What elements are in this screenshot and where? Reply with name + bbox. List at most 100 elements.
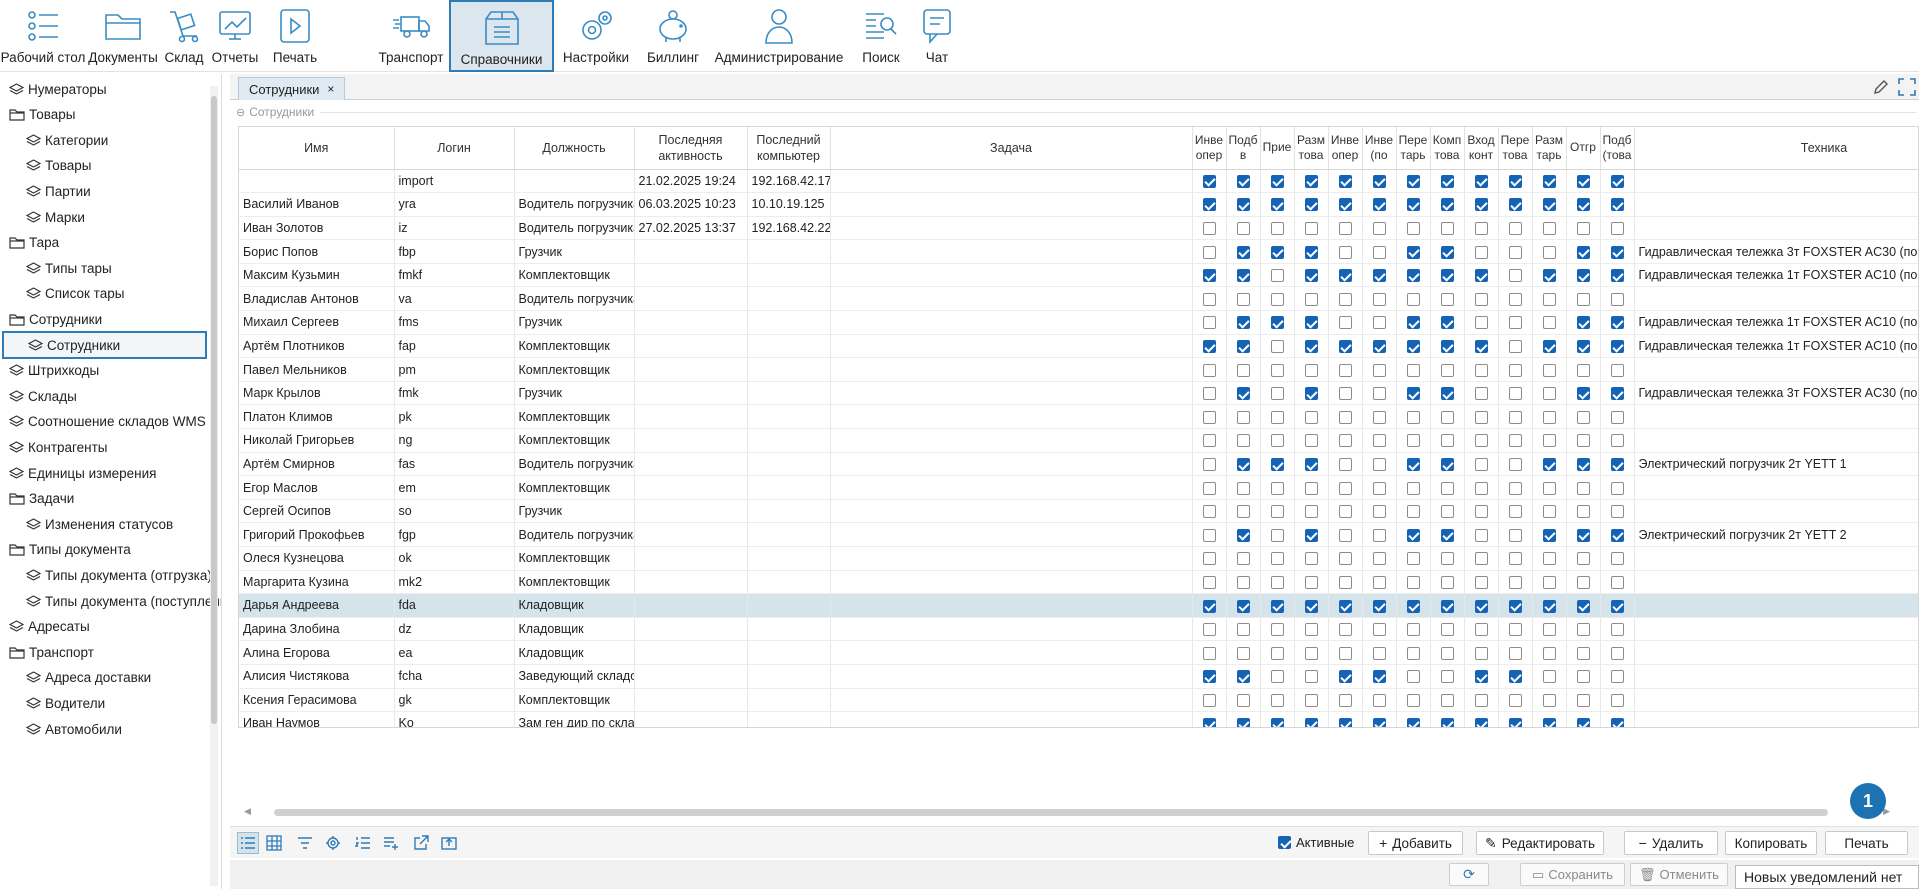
permission-checkbox[interactable] <box>1440 575 1454 589</box>
permission-checkbox[interactable] <box>1610 174 1624 188</box>
permission-checkbox[interactable] <box>1474 174 1488 188</box>
permission-checkbox[interactable] <box>1304 340 1318 354</box>
column-header[interactable]: Инве опер <box>1328 127 1363 170</box>
sidebar-item[interactable]: Адресаты <box>9 613 90 641</box>
permission-checkbox[interactable] <box>1236 292 1250 306</box>
permission-checkbox[interactable] <box>1202 434 1216 448</box>
add-list-icon[interactable] <box>380 832 402 854</box>
permission-checkbox[interactable] <box>1508 623 1522 637</box>
scroll-left-icon[interactable]: ◀ <box>244 806 251 817</box>
sidebar-scrollbar-thumb[interactable] <box>211 96 217 724</box>
permission-checkbox[interactable] <box>1372 316 1386 330</box>
permission-checkbox[interactable] <box>1508 717 1522 727</box>
permission-checkbox[interactable] <box>1338 646 1352 660</box>
permission-checkbox[interactable] <box>1406 387 1420 401</box>
permission-checkbox[interactable] <box>1304 222 1318 236</box>
permission-checkbox[interactable] <box>1440 458 1454 472</box>
table-row[interactable]: Дарья Андреева fda Кладовщик <box>239 593 1918 618</box>
permission-checkbox[interactable] <box>1304 599 1318 613</box>
permission-checkbox[interactable] <box>1542 222 1556 236</box>
permission-checkbox[interactable] <box>1236 599 1250 613</box>
permission-checkbox[interactable] <box>1440 292 1454 306</box>
permission-checkbox[interactable] <box>1542 174 1556 188</box>
permission-checkbox[interactable] <box>1202 646 1216 660</box>
table-row[interactable]: Артём Плотников fap Комплектовщик Гидравлич… <box>239 334 1918 359</box>
permission-checkbox[interactable] <box>1508 174 1522 188</box>
permission-checkbox[interactable] <box>1610 575 1624 589</box>
permission-checkbox[interactable] <box>1270 198 1284 212</box>
sidebar-item[interactable]: Задачи <box>9 485 74 513</box>
permission-checkbox[interactable] <box>1304 575 1318 589</box>
permission-checkbox[interactable] <box>1576 387 1590 401</box>
column-header[interactable]: Инве опер <box>1192 127 1227 170</box>
permission-checkbox[interactable] <box>1372 528 1386 542</box>
active-checkbox[interactable] <box>1278 836 1291 849</box>
permission-checkbox[interactable] <box>1440 269 1454 283</box>
permission-checkbox[interactable] <box>1440 434 1454 448</box>
permission-checkbox[interactable] <box>1202 505 1216 519</box>
delete-button[interactable]: − Удалить <box>1624 831 1718 855</box>
permission-checkbox[interactable] <box>1474 292 1488 306</box>
permission-checkbox[interactable] <box>1610 434 1624 448</box>
permission-checkbox[interactable] <box>1474 245 1488 259</box>
permission-checkbox[interactable] <box>1440 552 1454 566</box>
permission-checkbox[interactable] <box>1474 434 1488 448</box>
permission-checkbox[interactable] <box>1508 693 1522 707</box>
permission-checkbox[interactable] <box>1338 458 1352 472</box>
table-row[interactable]: Михаил Сергеев fms Грузчик Гидравлическая т… <box>239 310 1918 335</box>
permission-checkbox[interactable] <box>1610 481 1624 495</box>
permission-checkbox[interactable] <box>1576 552 1590 566</box>
permission-checkbox[interactable] <box>1304 174 1318 188</box>
sidebar-item[interactable]: Транспорт <box>9 638 94 666</box>
permission-checkbox[interactable] <box>1610 693 1624 707</box>
permission-checkbox[interactable] <box>1338 528 1352 542</box>
permission-checkbox[interactable] <box>1202 670 1216 684</box>
permission-checkbox[interactable] <box>1372 387 1386 401</box>
permission-checkbox[interactable] <box>1338 552 1352 566</box>
permission-checkbox[interactable] <box>1236 434 1250 448</box>
permission-checkbox[interactable] <box>1304 387 1318 401</box>
table-row[interactable]: Алисия Чистякова fcha Заведующий складом <box>239 664 1918 689</box>
permission-checkbox[interactable] <box>1610 458 1624 472</box>
permission-checkbox[interactable] <box>1508 269 1522 283</box>
permission-checkbox[interactable] <box>1236 458 1250 472</box>
permission-checkbox[interactable] <box>1236 174 1250 188</box>
permission-checkbox[interactable] <box>1202 717 1216 727</box>
permission-checkbox[interactable] <box>1338 316 1352 330</box>
permission-checkbox[interactable] <box>1440 174 1454 188</box>
permission-checkbox[interactable] <box>1542 363 1556 377</box>
permission-checkbox[interactable] <box>1440 717 1454 727</box>
permission-checkbox[interactable] <box>1270 410 1284 424</box>
permission-checkbox[interactable] <box>1508 575 1522 589</box>
permission-checkbox[interactable] <box>1508 599 1522 613</box>
permission-checkbox[interactable] <box>1542 269 1556 283</box>
permission-checkbox[interactable] <box>1406 269 1420 283</box>
permission-checkbox[interactable] <box>1542 693 1556 707</box>
permission-checkbox[interactable] <box>1304 670 1318 684</box>
permission-checkbox[interactable] <box>1270 693 1284 707</box>
permission-checkbox[interactable] <box>1576 174 1590 188</box>
table-row[interactable]: Артём Смирнов fas Водитель погрузчика Элект… <box>239 452 1918 477</box>
table-row[interactable]: Маргарита Кузина mk2 Комплектовщик <box>239 570 1918 595</box>
permission-checkbox[interactable] <box>1542 670 1556 684</box>
permission-checkbox[interactable] <box>1270 528 1284 542</box>
permission-checkbox[interactable] <box>1406 552 1420 566</box>
permission-checkbox[interactable] <box>1270 505 1284 519</box>
permission-checkbox[interactable] <box>1542 387 1556 401</box>
permission-checkbox[interactable] <box>1406 505 1420 519</box>
column-header[interactable]: Последний компьютер <box>747 127 831 170</box>
permission-checkbox[interactable] <box>1406 693 1420 707</box>
permission-checkbox[interactable] <box>1576 458 1590 472</box>
fullscreen-icon[interactable] <box>1898 78 1916 96</box>
permission-checkbox[interactable] <box>1406 623 1420 637</box>
permission-checkbox[interactable] <box>1508 552 1522 566</box>
permission-checkbox[interactable] <box>1372 174 1386 188</box>
column-header[interactable]: Комп това <box>1430 127 1465 170</box>
sidebar-item[interactable]: Адреса доставки <box>26 664 151 692</box>
permission-checkbox[interactable] <box>1474 316 1488 330</box>
permission-checkbox[interactable] <box>1542 717 1556 727</box>
sidebar-item[interactable]: Список тары <box>26 280 124 308</box>
permission-checkbox[interactable] <box>1202 528 1216 542</box>
permission-checkbox[interactable] <box>1338 670 1352 684</box>
permission-checkbox[interactable] <box>1202 198 1216 212</box>
